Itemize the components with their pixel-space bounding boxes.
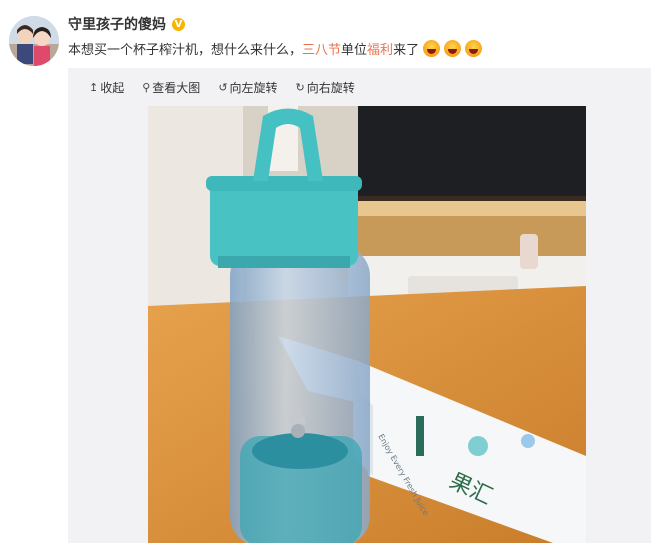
post-photo[interactable]: 果汇 Enjoy Every Fresh Juice [148,106,586,543]
avatar-image [9,16,59,66]
verified-badge-icon: V [172,17,185,31]
view-large-label: 查看大图 [152,81,201,95]
post-header: 守里孩子的傻妈 V [68,14,185,34]
rotate-left-label: 向左旋转 [229,81,278,95]
rotate-right-button[interactable]: ↻ 向右旋转 [296,79,355,96]
post-content: 本想买一个杯子榨汁机，想什么来什么， 三八节 单位 福利 来了 [68,39,483,58]
laughing-emoji-icon [444,40,462,57]
post-text-after: 来了 [393,43,420,58]
magnifier-icon: ⚲ [142,81,151,94]
avatar[interactable] [9,16,59,66]
juicer-photo-illustration: 果汇 Enjoy Every Fresh Juice [148,106,586,543]
collapse-button[interactable]: ↥ 收起 [89,79,124,96]
rotate-right-label: 向右旋转 [306,81,355,95]
view-large-button[interactable]: ⚲ 查看大图 [142,79,200,96]
laughing-emoji-icon [465,40,483,57]
rotate-left-icon: ↺ [218,81,228,94]
username-link[interactable]: 守里孩子的傻妈 [68,14,166,34]
topic-link-fuli[interactable]: 福利 [367,39,393,58]
collapse-label: 收起 [100,81,125,95]
post-text-middle: 单位 [341,43,368,58]
laughing-emoji-icon [423,40,441,57]
topic-link-sanbajie[interactable]: 三八节 [302,39,341,58]
arrow-up-icon: ↥ [89,81,99,94]
media-toolbar: ↥ 收起 ⚲ 查看大图 ↺ 向左旋转 ↻ 向右旋转 [89,79,355,96]
post-text-before: 本想买一个杯子榨汁机，想什么来什么， [68,43,303,58]
rotate-right-icon: ↻ [295,81,305,94]
rotate-left-button[interactable]: ↺ 向左旋转 [218,79,277,96]
